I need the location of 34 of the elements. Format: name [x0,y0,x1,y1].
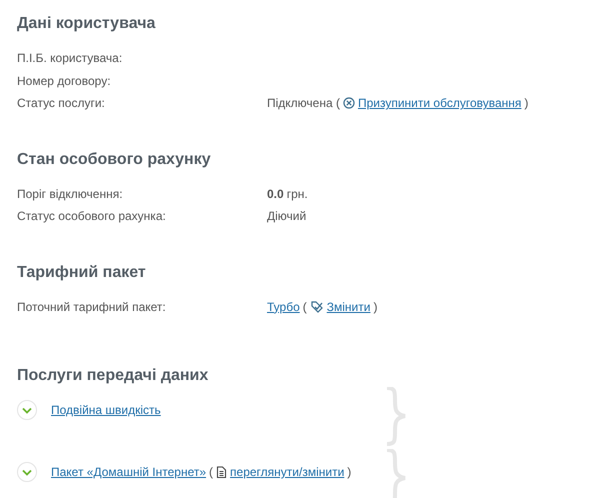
expand-toggle[interactable] [17,400,37,420]
value-text: 0.0 [267,186,284,201]
expand-toggle[interactable] [17,462,37,482]
chevron-down-icon [21,468,33,476]
cancel-icon [342,97,355,110]
field-label: П.І.Б. користувача: [17,51,124,66]
value-text: ) [347,465,352,479]
link[interactable]: Призупинити обслуговування [358,96,522,110]
field-label: Поріг відключення: [17,186,124,201]
section-heading: Послуги передачі даних [17,366,210,386]
link[interactable]: Пакет «Домашній Інтернет» [51,465,206,479]
value-text: грн. [286,186,308,201]
tag-check-icon [310,300,324,314]
field-label: Статус особового рахунка: [17,209,167,224]
section-heading: Стан особового рахунку [17,150,212,170]
curly-brace-drawing [384,387,408,447]
link[interactable]: Змінити [326,300,370,314]
chevron-down-icon [21,406,33,414]
field-label: Поточний тарифний пакет: [17,300,167,314]
field-label: Статус послуги: [17,96,106,110]
link[interactable]: Подвійна швидкість [51,403,161,417]
value-text: Діючий [267,209,306,224]
section-heading: Дані користувача [17,14,156,34]
value-text: ( [302,300,307,314]
link[interactable]: переглянути/змінити [230,465,344,479]
value-text: ( [209,465,214,479]
section-heading: Тарифний пакет [17,262,147,282]
field-label: Номер договору: [17,74,112,88]
value-text: Підключена ( [267,96,340,110]
link[interactable]: Турбо [267,300,300,314]
value-text: ) [524,96,528,110]
curly-brace-drawing [384,449,408,498]
value-text: ) [373,300,378,314]
document-icon [216,466,228,478]
